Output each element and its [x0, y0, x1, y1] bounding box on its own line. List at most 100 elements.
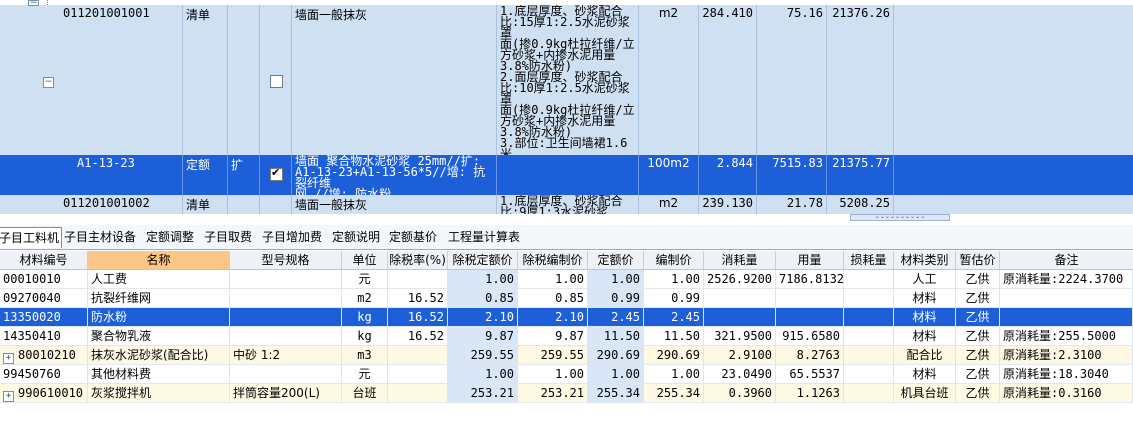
material-p2: 1.00 [518, 365, 588, 383]
bill-type: 定额 [183, 155, 228, 195]
tab-quota-materials[interactable]: 子目工料机 [0, 227, 63, 248]
bill-type: 清单 [183, 195, 228, 214]
expand-icon[interactable]: + [3, 353, 14, 364]
material-supply: 乙供 [956, 346, 1000, 364]
material-p1: 259.55 [448, 346, 518, 364]
bill-row[interactable]: − 011201001001 清单 墙面一般抹灰 1.底层厚度、砂浆配合 比:1… [0, 5, 1133, 155]
material-p2: 253.21 [518, 384, 588, 402]
material-usage: 1.1263 [776, 384, 844, 402]
collapse-icon[interactable]: − [28, 0, 39, 8]
material-note: 原消耗量:255.5000 [1000, 327, 1133, 345]
material-p3: 290.69 [588, 346, 644, 364]
material-p4: 1.00 [644, 270, 704, 288]
material-row[interactable]: 99450760 其他材料费元 1.00 1.00 1.00 1.00 23.0490 65.… [0, 365, 1133, 384]
col-note[interactable]: 备注 [1000, 251, 1133, 269]
col-category[interactable]: 材料类别 [894, 251, 956, 269]
col-code[interactable]: 材料编号 [0, 251, 88, 269]
bill-grid: − 011201001001 清单 墙面一般抹灰 1.底层厚度、砂浆配合 比:1… [0, 0, 1133, 214]
material-usage: 65.5537 [776, 365, 844, 383]
tab-quantity-sheet[interactable]: 工程量计算表 [446, 227, 522, 247]
tab-quota-adjust[interactable]: 定额调整 [144, 227, 196, 247]
material-supply: 乙供 [956, 384, 1000, 402]
col-provisional[interactable]: 暂估价 [956, 251, 1000, 269]
material-code-text: 990610010 [18, 386, 84, 400]
material-spec: 中砂 1:2 [230, 346, 342, 364]
material-p4: 1.00 [644, 365, 704, 383]
material-p1: 0.85 [448, 289, 518, 307]
material-usage [776, 289, 844, 307]
material-rate [388, 365, 448, 383]
bill-total: 5208.25 [827, 195, 894, 214]
material-p3: 2.45 [588, 308, 644, 326]
material-consume: 0.3960 [704, 384, 776, 402]
material-code: 13350020 [0, 308, 88, 326]
bill-row[interactable]: 011201001002 清单 墙面一般抹灰 1.底层厚度、砂浆配合 比:9厚1… [0, 195, 1133, 214]
material-consume: 23.0490 [704, 365, 776, 383]
material-loss [844, 346, 894, 364]
bill-total: 21375.77 [827, 155, 894, 195]
bill-price: 21.78 [757, 195, 827, 214]
bill-description: 1.底层厚度、砂浆配合 比:15厚1:2.5水泥砂浆罩 面(掺0.9kg杜拉纤维… [497, 5, 639, 155]
bill-unit: m2 [639, 5, 699, 155]
tab-quota-base[interactable]: 定额基价 [387, 227, 439, 247]
col-unit[interactable]: 单位 [342, 251, 388, 269]
col-net-compile-price[interactable]: 除税编制价 [518, 251, 588, 269]
material-spec [230, 308, 342, 326]
col-loss[interactable]: 损耗量 [844, 251, 894, 269]
material-p3: 255.34 [588, 384, 644, 402]
material-usage: 8.2763 [776, 346, 844, 364]
col-spec[interactable]: 型号规格 [230, 251, 342, 269]
bill-type: 清单 [183, 5, 228, 155]
material-row[interactable]: +990610010 灰浆搅拌机 拌筒容量200(L) 台班 253.21 253.21 2… [0, 384, 1133, 403]
tab-quota-notes[interactable]: 定额说明 [330, 227, 382, 247]
material-supply: 乙供 [956, 270, 1000, 288]
material-code: 14350410 [0, 327, 88, 345]
bill-flag [228, 5, 260, 155]
tab-fee[interactable]: 子目取费 [202, 227, 254, 247]
material-row-selected[interactable]: 13350020 防水粉 kg 16.52 2.10 2.10 2.45 2.45 材料 乙供 [0, 308, 1133, 327]
material-spec [230, 270, 342, 288]
materials-grid: 材料编号 名称 型号规格 单位 除税率(%) 除税定额价 除税编制价 定额价 编… [0, 251, 1133, 427]
bill-checkbox-checked[interactable] [270, 166, 283, 181]
material-row[interactable]: 00010010 人工费元 1.00 1.00 1.00 1.00 2526.9200 718… [0, 270, 1133, 289]
material-cat: 材料 [894, 308, 956, 326]
material-note: 原消耗量:2.3100 [1000, 346, 1133, 364]
material-cat: 机具台班 [894, 384, 956, 402]
material-row[interactable]: 14350410 聚合物乳液 kg 16.52 9.87 9.87 11.50 11.50 32… [0, 327, 1133, 346]
col-compile-price[interactable]: 编制价 [644, 251, 704, 269]
bill-row-selected[interactable]: A1-13-23 定额 扩 墙面 聚合物水泥砂浆 25mm//扩: A1-13-… [0, 155, 1133, 195]
tab-extra-fee[interactable]: 子目增加费 [260, 227, 324, 247]
material-p3: 11.50 [588, 327, 644, 345]
material-usage: 915.6580 [776, 327, 844, 345]
material-code-text: 80010210 [18, 348, 76, 362]
col-name[interactable]: 名称 [88, 251, 230, 269]
material-loss [844, 308, 894, 326]
material-row[interactable]: 09270040 抗裂纤维网 m2 16.52 0.85 0.85 0.99 0.99 材料 乙供 [0, 289, 1133, 308]
material-p4: 290.69 [644, 346, 704, 364]
col-quota-price[interactable]: 定额价 [588, 251, 644, 269]
horizontal-scrollbar[interactable]: ⌄⌄⌄⌄⌄⌄⌄⌄⌄⌄ [850, 214, 950, 221]
material-supply: 乙供 [956, 327, 1000, 345]
col-net-quota-price[interactable]: 除税定额价 [448, 251, 518, 269]
material-p4: 0.99 [644, 289, 704, 307]
material-name: 抹灰水泥砂浆(配合比) [88, 346, 230, 364]
col-usage[interactable]: 用量 [776, 251, 844, 269]
material-loss [844, 289, 894, 307]
materials-header: 材料编号 名称 型号规格 单位 除税率(%) 除税定额价 除税编制价 定额价 编… [0, 251, 1133, 270]
material-code: 99450760 [0, 365, 88, 383]
material-name: 聚合物乳液 [88, 327, 230, 345]
collapse-icon[interactable]: − [43, 77, 54, 88]
material-cat: 材料 [894, 289, 956, 307]
expand-icon[interactable]: + [3, 391, 14, 402]
col-consumption[interactable]: 消耗量 [704, 251, 776, 269]
material-p2: 2.10 [518, 308, 588, 326]
col-tax-rate[interactable]: 除税率(%) [388, 251, 448, 269]
bill-checkbox[interactable] [270, 75, 283, 88]
material-name: 抗裂纤维网 [88, 289, 230, 307]
material-loss [844, 365, 894, 383]
material-usage [776, 308, 844, 326]
bill-code: A1-13-23 [74, 155, 183, 195]
tab-main-materials[interactable]: 子目主材设备 [62, 227, 138, 247]
material-unit: 台班 [342, 384, 388, 402]
material-row[interactable]: +80010210 抹灰水泥砂浆(配合比) 中砂 1:2 m3 259.55 259.55… [0, 346, 1133, 365]
